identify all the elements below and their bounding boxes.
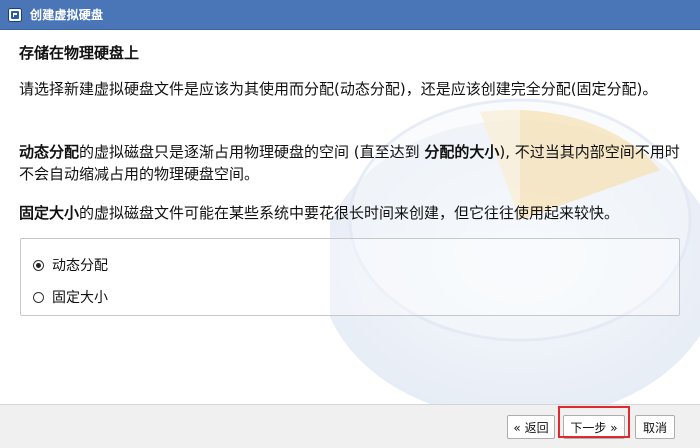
back-button[interactable]: « 返回: [507, 415, 555, 439]
dynamic-emphasis: 分配的大小: [424, 143, 500, 161]
dynamic-term: 动态分配: [19, 143, 80, 161]
option-dynamic-label: 动态分配: [52, 258, 108, 274]
app-icon: [8, 7, 22, 22]
content-area: 存储在物理硬盘上 请选择新建虚拟硬盘文件是应该为其使用而分配(动态分配)，还是应…: [0, 30, 700, 404]
intro-text: 请选择新建虚拟硬盘文件是应该为其使用而分配(动态分配)，还是应该创建完全分配(固…: [19, 80, 658, 98]
button-bar: « 返回 下一步 » 取消: [0, 404, 700, 448]
dynamic-description: 动态分配的虚拟磁盘只是逐渐占用物理硬盘的空间 (直至达到 分配的大小), 不过当…: [19, 141, 681, 185]
dynamic-text-a: 的虚拟磁盘只是逐渐占用物理硬盘的空间 (直至达到: [79, 143, 425, 161]
create-virtual-disk-dialog: 创建虚拟硬盘 存储在物理硬盘上 请选择新建虚拟硬盘文件是应该为其使用而分配(动态…: [0, 0, 700, 448]
option-fixed-label: 固定大小: [52, 290, 108, 306]
title-bar: 创建虚拟硬盘: [0, 0, 700, 30]
fixed-term: 固定大小: [19, 204, 80, 222]
next-button[interactable]: 下一步 »: [563, 415, 625, 439]
page-heading: 存储在物理硬盘上: [19, 44, 140, 62]
radio-dynamic[interactable]: [33, 259, 44, 271]
window-title: 创建虚拟硬盘: [30, 8, 104, 22]
option-fixed[interactable]: 固定大小: [33, 287, 108, 307]
cancel-button[interactable]: 取消: [635, 415, 675, 439]
fixed-text: 的虚拟磁盘文件可能在某些系统中要花很长时间来创建，但它往往使用起来较快。: [79, 204, 620, 222]
radio-fixed[interactable]: [33, 291, 44, 303]
option-dynamic[interactable]: 动态分配: [33, 255, 108, 275]
fixed-description: 固定大小的虚拟磁盘文件可能在某些系统中要花很长时间来创建，但它往往使用起来较快。: [19, 202, 681, 224]
allocation-options-group: 动态分配 固定大小: [20, 238, 680, 316]
